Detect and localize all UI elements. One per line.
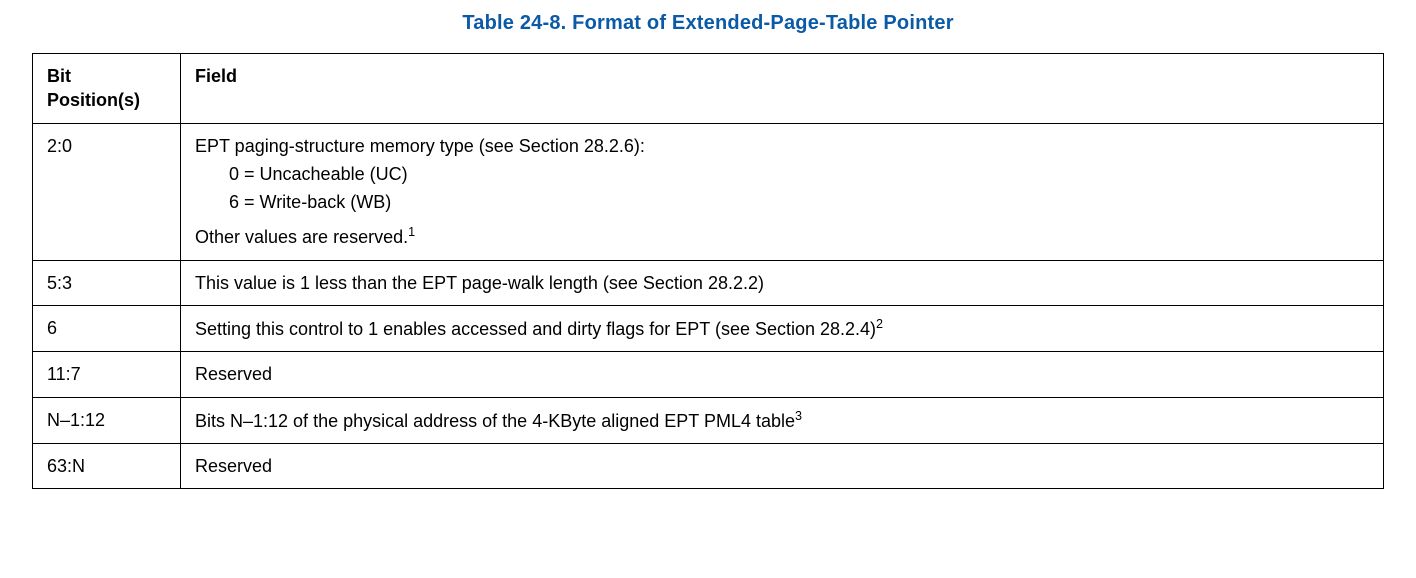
table-header-row: Bit Position(s) Field [33,54,1384,124]
footnote-ref: 1 [408,225,415,239]
field-cell: This value is 1 less than the EPT page-w… [181,260,1384,305]
bit-cell: 2:0 [33,123,181,260]
table-caption: Table 24-8. Format of Extended-Page-Tabl… [32,12,1384,35]
field-cell: Bits N–1:12 of the physical address of t… [181,397,1384,443]
eptp-format-table: Bit Position(s) Field 2:0 EPT paging-str… [32,53,1384,489]
table-row: 63:N Reserved [33,443,1384,488]
field-cell: Reserved [181,352,1384,397]
bit-cell: 5:3 [33,260,181,305]
field-cell: Reserved [181,443,1384,488]
field-main-text: EPT paging-structure memory type (see Se… [195,134,1369,158]
field-cell: Setting this control to 1 enables access… [181,306,1384,352]
field-after-text: Other values are reserved.1 [195,224,1369,249]
table-row: 6 Setting this control to 1 enables acce… [33,306,1384,352]
field-sub-text: 6 = Write-back (WB) [195,190,1369,214]
header-field: Field [181,54,1384,124]
bit-cell: N–1:12 [33,397,181,443]
footnote-ref: 2 [876,317,883,331]
table-row: N–1:12 Bits N–1:12 of the physical addre… [33,397,1384,443]
bit-cell: 6 [33,306,181,352]
table-row: 11:7 Reserved [33,352,1384,397]
table-row: 2:0 EPT paging-structure memory type (se… [33,123,1384,260]
field-cell: EPT paging-structure memory type (see Se… [181,123,1384,260]
header-bit-positions: Bit Position(s) [33,54,181,124]
field-sub-text: 0 = Uncacheable (UC) [195,162,1369,186]
table-row: 5:3 This value is 1 less than the EPT pa… [33,260,1384,305]
bit-cell: 63:N [33,443,181,488]
bit-cell: 11:7 [33,352,181,397]
footnote-ref: 3 [795,409,802,423]
